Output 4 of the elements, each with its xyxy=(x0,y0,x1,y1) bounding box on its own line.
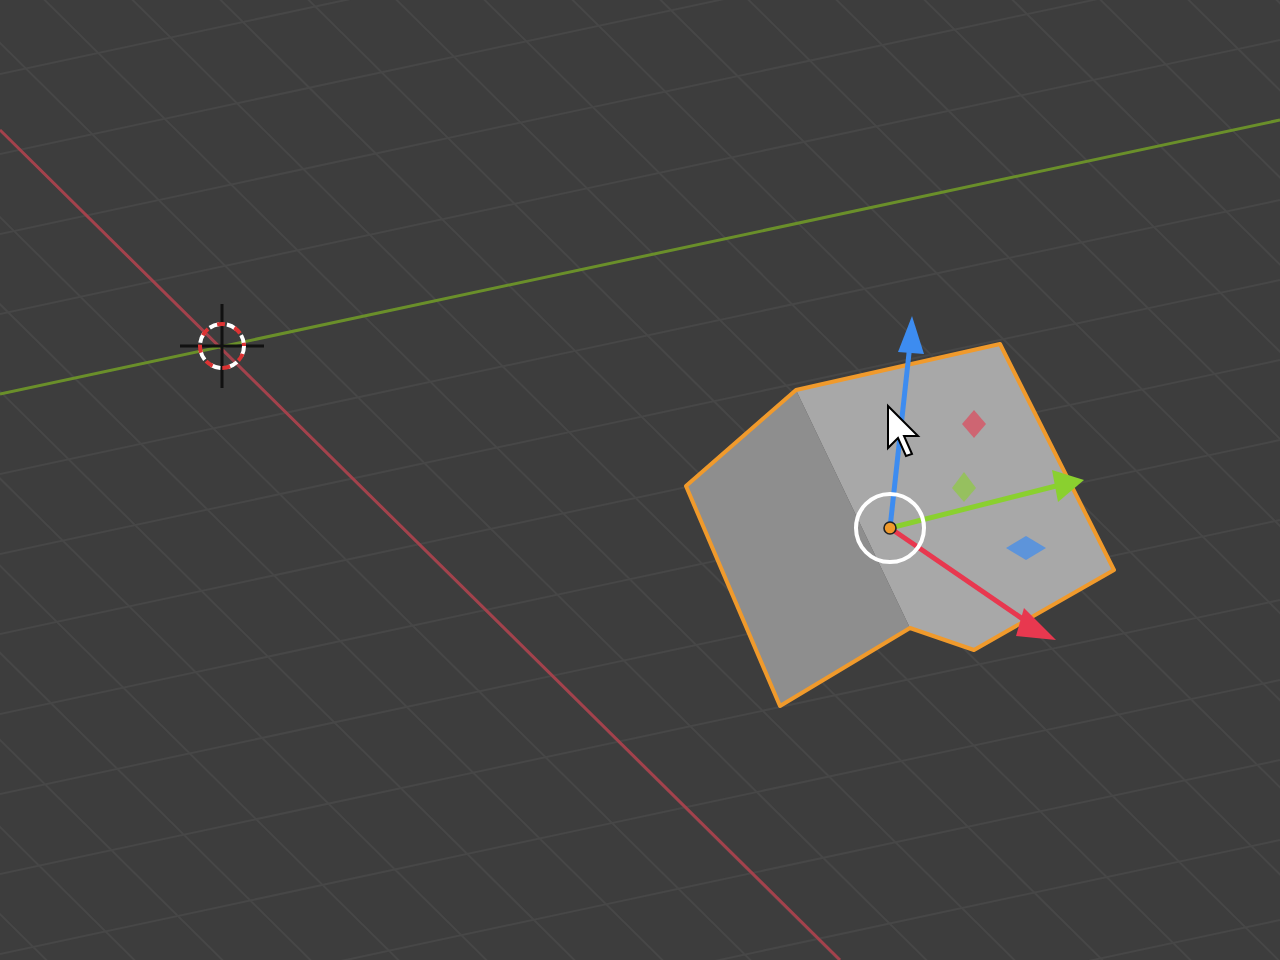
mouse-pointer-icon xyxy=(887,403,921,458)
3d-cursor-icon[interactable] xyxy=(180,304,264,388)
transform-gizmo-drawing[interactable] xyxy=(854,316,1084,640)
cube-drawing[interactable] xyxy=(684,342,1116,708)
